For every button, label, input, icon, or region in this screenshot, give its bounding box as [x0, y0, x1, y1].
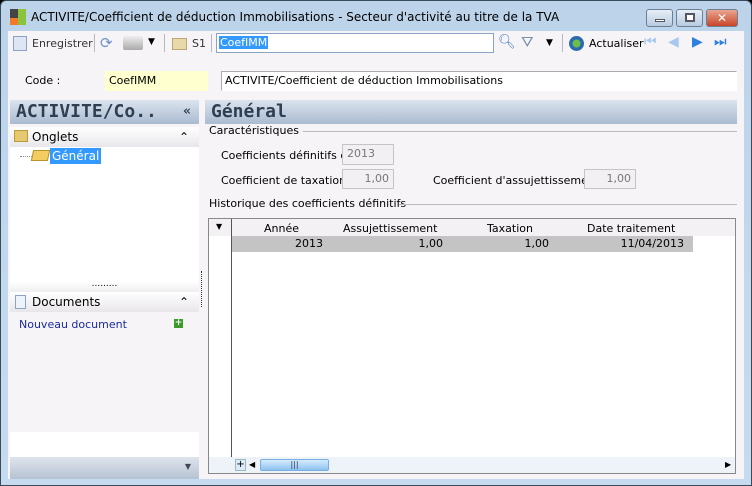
column-header-assujettissement[interactable]: Assujettissement: [343, 222, 437, 235]
column-header-date-traitement[interactable]: Date traitement: [587, 222, 675, 235]
filter-dropdown-icon[interactable]: ▼: [546, 38, 553, 48]
search-input[interactable]: CoefIMM: [216, 33, 494, 53]
vertical-splitter[interactable]: [201, 271, 203, 307]
documents-section-title: Documents: [32, 295, 101, 309]
row-indicator-divider: [231, 219, 232, 457]
dropdown-icon[interactable]: ▼: [185, 462, 191, 471]
column-header-taxation[interactable]: Taxation: [487, 222, 533, 235]
assujettissement-label: Coefficient d'assujettissement :: [433, 174, 607, 187]
history-grid: ▼ + ◀ ||| ▶: [208, 218, 736, 474]
search-value: CoefIMM: [219, 36, 269, 49]
separator: [211, 34, 212, 52]
separator: [562, 34, 563, 52]
collapse-panel-button[interactable]: «: [183, 100, 191, 124]
group-divider: [303, 131, 737, 132]
description-field[interactable]: ACTIVITE/Coefficient de déduction Immobi…: [221, 71, 737, 91]
add-row-button[interactable]: +: [235, 459, 246, 471]
filter-icon[interactable]: ⛛: [521, 33, 534, 51]
collapse-up-icon[interactable]: ⌃: [179, 127, 189, 147]
folder-icon: [14, 130, 28, 142]
caracteristiques-group-label: Caractéristiques: [209, 124, 299, 137]
print-icon[interactable]: [123, 36, 143, 50]
taxation-field[interactable]: 1,00: [342, 169, 394, 189]
document-icon: [15, 295, 26, 309]
print-dropdown-icon[interactable]: ▼: [148, 37, 155, 47]
tab-general[interactable]: Général: [50, 148, 102, 164]
refresh-icon[interactable]: ⟳: [100, 34, 113, 52]
left-header-title: ACTIVITE/Co..: [16, 101, 157, 122]
next-record-icon[interactable]: ▶: [692, 34, 703, 50]
scroll-right-icon[interactable]: ▶: [725, 459, 734, 471]
documents-section-header[interactable]: Documents ⌃: [10, 292, 199, 312]
open-folder-icon: [30, 150, 51, 161]
minimize-button[interactable]: [646, 9, 673, 27]
folder-icon[interactable]: [172, 38, 187, 50]
cell-assujettissement: 1,00: [418, 237, 444, 250]
cell-annee: 2013: [295, 237, 323, 250]
grid-menu-icon[interactable]: ▼: [216, 222, 222, 231]
previous-record-icon[interactable]: ◀: [668, 34, 679, 50]
last-record-icon[interactable]: ⏭: [714, 34, 727, 50]
maximize-button[interactable]: [676, 9, 703, 27]
horizontal-scrollbar[interactable]: + ◀ ||| ▶: [209, 457, 735, 473]
search-icon[interactable]: 🔍︎: [498, 34, 516, 50]
code-field[interactable]: CoefIMM: [105, 71, 208, 91]
close-button[interactable]: ✕: [706, 9, 738, 27]
separator: [164, 34, 165, 52]
separator: [94, 34, 95, 52]
add-icon[interactable]: +: [174, 319, 183, 328]
group-divider: [399, 204, 737, 205]
main-header: Général: [205, 100, 737, 124]
column-header-annee[interactable]: Année: [264, 222, 299, 235]
scroll-left-icon[interactable]: ◀: [249, 459, 258, 471]
window: ACTIVITE/Coefficient de déduction Immobi…: [0, 0, 752, 486]
left-panel: Onglets ⌃ Général ......... Documents ⌃ No…: [10, 127, 199, 479]
tabs-section-title: Onglets: [32, 130, 79, 144]
save-button[interactable]: Enregistrer: [32, 37, 93, 50]
assujettissement-field[interactable]: 1,00: [584, 169, 636, 189]
documents-area: Nouveau document +: [10, 312, 199, 432]
save-icon: [13, 36, 27, 51]
cell-taxation: 1,00: [524, 237, 550, 250]
splitter-handle[interactable]: .........: [10, 280, 199, 292]
new-document-link[interactable]: Nouveau document: [19, 318, 127, 331]
taxation-label: Coefficient de taxation :: [221, 174, 354, 187]
collapse-up-icon[interactable]: ⌃: [179, 292, 189, 312]
left-panel-header: ACTIVITE/Co.. «: [10, 100, 199, 124]
refresh-circle-icon: [569, 36, 584, 51]
scroll-thumb[interactable]: |||: [260, 459, 329, 471]
tabs-section-header[interactable]: Onglets ⌃: [10, 127, 199, 147]
app-icon: [10, 9, 26, 25]
historique-group-label: Historique des coefficients définitifs: [209, 197, 407, 210]
s1-button[interactable]: S1: [192, 37, 206, 50]
coef-def-label: Coefficients définitifs de :: [221, 149, 362, 162]
coef-def-field[interactable]: 2013: [342, 144, 394, 165]
refresh-button[interactable]: Actualiser: [589, 37, 644, 50]
first-record-icon[interactable]: ⏮: [644, 34, 657, 50]
cell-date-traitement: 11/04/2013: [620, 237, 684, 250]
left-footer: ▼: [10, 457, 199, 479]
window-title: ACTIVITE/Coefficient de déduction Immobi…: [31, 10, 560, 24]
code-label: Code :: [25, 74, 61, 87]
